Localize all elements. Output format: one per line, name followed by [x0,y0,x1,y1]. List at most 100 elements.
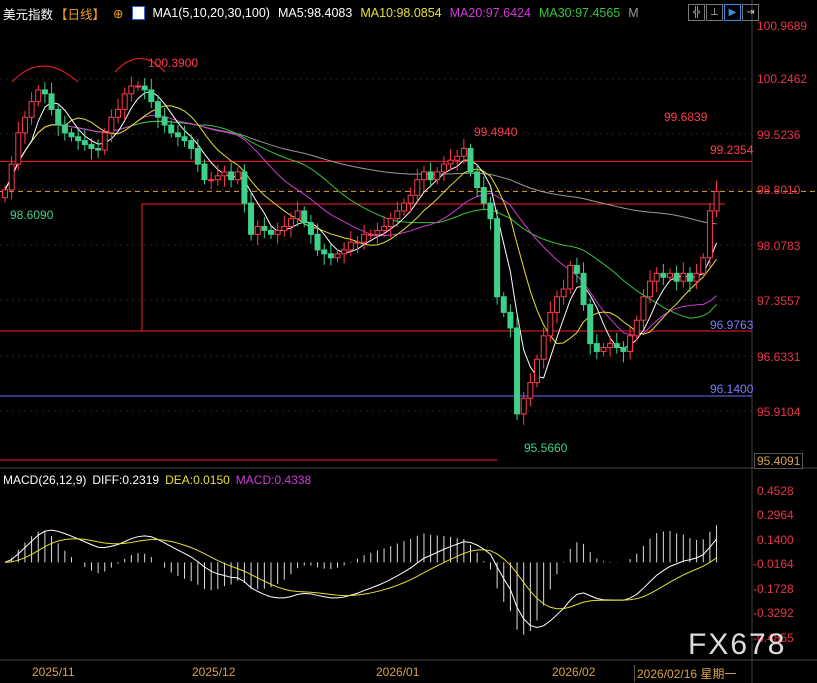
y-tick-min: 95.4091 [754,453,804,469]
candle-body [500,296,507,313]
candle-body [427,171,434,181]
candle-body [108,116,115,134]
candle-body [307,222,314,235]
candle-body [713,190,720,212]
candle-body [81,140,88,146]
candle-body [234,171,241,181]
y-tick: 99.5236 [757,128,801,142]
candle-body [567,265,574,290]
candle-body [480,186,487,204]
candle-body [281,226,288,231]
candle-body [68,132,75,138]
ma10-value: MA10:98.0854 [360,6,442,20]
candle-body [693,272,700,282]
candle-body [154,101,161,118]
macd-tick: -0.1728 [753,582,794,596]
candle-body [321,249,328,255]
period-label[interactable]: 【日线】 [55,4,105,23]
candle-body [553,296,560,313]
candle-body [35,89,42,103]
candle-body [560,288,567,298]
candle-body [21,116,28,134]
candle-body [514,327,521,415]
candle-body [334,253,341,259]
ma-more: M [628,6,639,20]
candle-body [660,272,667,278]
candle-body [354,241,361,244]
candle-body [314,233,321,251]
candle-body [347,241,354,251]
candle-body [401,202,407,212]
annotation-line: 99.2354 [710,143,754,157]
candle-body [241,171,248,204]
annotation-high: 100.3900 [148,56,199,70]
range-icon[interactable]: ⊥ [706,4,723,21]
candle-body [174,132,181,138]
candle-body [540,335,547,360]
annotation-line: 96.1400 [710,382,754,396]
x-tick: 2026/01 [376,665,420,679]
candle-body [95,147,102,151]
candle-body [407,194,414,204]
candle-body [2,189,8,199]
candle-body [221,171,228,177]
x-tick: 2025/11 [32,665,75,679]
diff-line [4,529,717,629]
candle-body [573,265,580,274]
macd-tick: 0.2964 [757,508,794,522]
candle-body [15,132,22,165]
candle-body [706,210,713,259]
candle-body [700,257,707,274]
candle-body [88,144,95,149]
crosshair-icon[interactable]: ╬ [688,4,705,21]
candle-body [414,179,421,196]
candle-body [374,229,381,235]
x-tick: 2025/12 [192,665,236,679]
candle-body [181,136,188,142]
y-tick: 98.0783 [757,239,801,253]
y-tick: 95.9104 [757,405,801,419]
macd-diff: DIFF:0.2319 [92,473,160,487]
candle-body [680,272,687,282]
candle-body [208,179,215,182]
globe-icon[interactable]: ⊕ [113,6,123,21]
candle-body [534,358,540,384]
candle-body [547,311,554,337]
candle-body [613,343,620,349]
candle-body [287,218,294,228]
candle-body [121,93,128,110]
annotation-high: 99.4940 [474,125,518,139]
candle-body [686,272,693,282]
candle-body [361,233,368,243]
macd-tick: 0.1400 [757,533,794,547]
macd-label: MACD(26,12,9) [3,473,87,487]
candle-body [161,116,168,126]
candle-body [600,347,607,352]
candle-body [627,335,634,352]
candle-body [487,202,494,220]
indicator-icon[interactable] [131,6,145,20]
arc-annotation [11,65,79,83]
candle-body [667,272,673,278]
candle-body [454,155,461,161]
price-chart[interactable] [0,0,817,683]
y-tick: 100.2462 [757,72,808,86]
candle-body [214,175,221,181]
ma5-value: MA5:98.4083 [277,6,353,20]
candle-body [294,210,301,220]
candle-body [128,85,135,95]
candle-body [474,171,481,188]
candle-body [447,159,454,165]
play-icon[interactable]: ▶ [724,4,741,21]
y-tick: 98.8010 [757,183,801,197]
candle-body [494,218,501,298]
candle-body [268,229,274,235]
candle-body [55,108,62,126]
candle-body [420,171,427,181]
macd-tick: 0.4528 [757,484,794,498]
annotation-low: 98.6090 [10,208,54,222]
candle-body [327,253,334,259]
candle-body [593,343,600,352]
candle-body [507,311,514,329]
candle-body [381,226,388,231]
